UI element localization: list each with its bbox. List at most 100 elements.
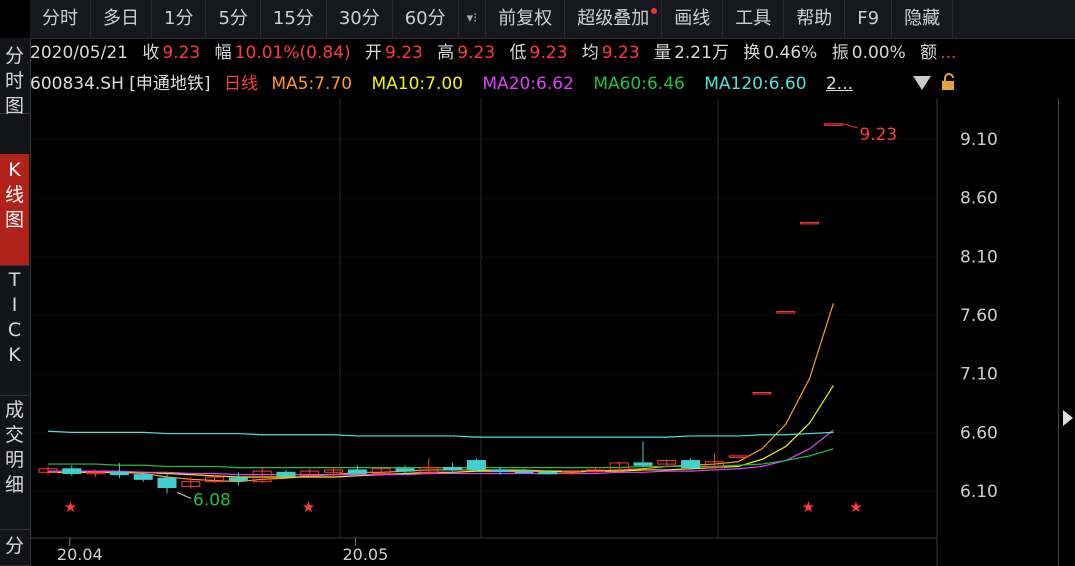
y-tick-label: 7.10 (960, 365, 998, 385)
tab-1[interactable]: 多日 (91, 0, 152, 38)
candle-body (347, 469, 367, 474)
turnover-value: 0.46% (763, 43, 818, 63)
candle-body (276, 471, 296, 477)
ma-line-ma120 (47, 430, 834, 438)
event-star-icon: ★ (849, 498, 862, 516)
sidebar-item-1[interactable]: K 线 图 (0, 154, 29, 266)
tab-14[interactable]: 隐藏 (892, 0, 954, 38)
change-label: 幅 (214, 43, 232, 63)
candle-body (490, 469, 510, 472)
candle-body (133, 474, 153, 480)
min-pointer-line (176, 491, 192, 499)
quote-info-row: 2020/05/21 收 9.23 幅 10.01%(0.84) 开 9.23 高 9.… (30, 38, 1075, 68)
candle-body (466, 460, 486, 471)
sidebar-item-0[interactable]: 分 时 图 (0, 38, 29, 117)
candle-body (752, 392, 772, 395)
tab-8[interactable]: 前复权 (486, 0, 566, 38)
notification-dot-icon (651, 8, 658, 14)
amount-label: 额 (920, 43, 938, 63)
amplitude-label: 振 (831, 43, 849, 63)
tab-2[interactable]: 1分 (152, 0, 207, 38)
sidebar-item-4[interactable]: 分 (0, 530, 29, 566)
volume-value: 2.21万 (674, 43, 729, 63)
amount-value: ... (940, 43, 957, 63)
period-label[interactable]: 日线 (224, 74, 258, 94)
quote-date: 2020/05/21 (30, 43, 128, 63)
candle-body (443, 467, 463, 471)
event-star-icon: ★ (302, 498, 315, 516)
tab-6[interactable]: 60分 (393, 0, 459, 38)
avg-label: 均 (581, 43, 599, 63)
y-tick-label: 8.60 (960, 189, 998, 209)
candle-body (633, 462, 653, 466)
stock-symbol[interactable]: 600834.SH [申通地铁] (30, 74, 211, 94)
tab-4[interactable]: 15分 (261, 0, 327, 38)
x-tick-label: 20.04 (57, 545, 103, 564)
ma-line-ma5 (48, 303, 834, 483)
candle-body (109, 471, 129, 476)
low-label: 低 (509, 43, 527, 63)
tab-5[interactable]: 30分 (327, 0, 393, 38)
ma20-label: MA20:6.62 (482, 74, 574, 94)
candle-body (681, 460, 701, 469)
candle-body (157, 477, 177, 489)
candle-body (823, 123, 843, 126)
event-star-icon: ★ (64, 498, 77, 516)
candle-body (62, 468, 82, 474)
tab-9[interactable]: 超级叠加 (565, 0, 663, 38)
turnover-label: 换 (743, 43, 761, 63)
tab-0[interactable]: 分时 (30, 0, 91, 38)
y-tick-label: 9.10 (960, 130, 998, 150)
y-tick-label: 6.10 (960, 482, 998, 502)
candle-body (514, 470, 534, 474)
expand-right-icon[interactable] (1063, 410, 1073, 426)
volume-label: 量 (654, 43, 672, 63)
tab-3[interactable]: 5分 (206, 0, 261, 38)
candle-body (776, 311, 796, 314)
y-tick-label: 7.60 (960, 306, 998, 326)
tab-10[interactable]: 画线 (662, 0, 724, 38)
left-sidebar: 分 时 图 K 线 图T I C K成 交 明 细分 (0, 38, 31, 566)
sidebar-item-3[interactable]: 成 交 明 细 (0, 394, 29, 530)
sidebar-item-2[interactable]: T I C K (0, 264, 29, 396)
close-label: 收 (142, 43, 160, 63)
ma-line-ma60 (48, 448, 834, 469)
candle-body (800, 221, 820, 225)
ma5-label: MA5:7.70 (271, 74, 353, 94)
low-value: 9.23 (529, 43, 568, 63)
min-price-label: 6.08 (193, 490, 231, 510)
change-value: 10.01%(0.84) (234, 43, 351, 63)
price-axis-divider (1058, 98, 1059, 566)
max-price-label: 9.23 (859, 125, 897, 145)
ma-line-ma10 (48, 385, 834, 478)
period-tab-bar: 分时 多日 1分 5分 15分 30分 60分 ▾⁝ 前复权 超级叠加 画线 工具 帮助 F9 隐藏 (30, 0, 1075, 39)
x-tick-label: 20.05 (342, 545, 388, 564)
open-value: 9.23 (385, 43, 423, 63)
open-label: 开 (365, 43, 382, 63)
candle-body (538, 471, 558, 475)
high-label: 高 (437, 43, 455, 63)
close-value: 9.23 (162, 43, 201, 63)
kline-chart-svg: 9.10 8.60 8.10 7.60 7.10 6.60 6.10 20.04 20.05 9.… (30, 98, 998, 566)
amplitude-value: 0.00% (851, 43, 906, 63)
event-star-icon: ★ (802, 498, 815, 516)
tab-7[interactable]: ▾⁝ (459, 0, 487, 38)
triangle-down-icon[interactable] (913, 76, 931, 90)
lock-icon[interactable] (939, 72, 959, 92)
candle-body (728, 455, 748, 458)
ma60-label: MA60:6.46 (593, 74, 685, 94)
tab-11[interactable]: 工具 (723, 0, 785, 38)
ma-more-link[interactable]: 2... (826, 74, 853, 94)
high-value: 9.23 (457, 43, 496, 63)
ma120-label: MA120:6.60 (704, 74, 807, 94)
candle-body (395, 468, 415, 472)
y-tick-label: 8.10 (960, 247, 998, 267)
candle-body (228, 477, 248, 482)
max-pointer-line (843, 123, 858, 129)
tab-12[interactable]: 帮助 (784, 0, 846, 38)
tab-13[interactable]: F9 (845, 0, 893, 38)
kline-chart[interactable]: 9.10 8.60 8.10 7.60 7.10 6.60 6.10 20.04 20.05 9.… (30, 98, 1060, 566)
avg-value: 9.23 (601, 43, 640, 63)
ma10-label: MA10:7.00 (371, 74, 463, 94)
y-tick-label: 6.60 (960, 423, 998, 443)
